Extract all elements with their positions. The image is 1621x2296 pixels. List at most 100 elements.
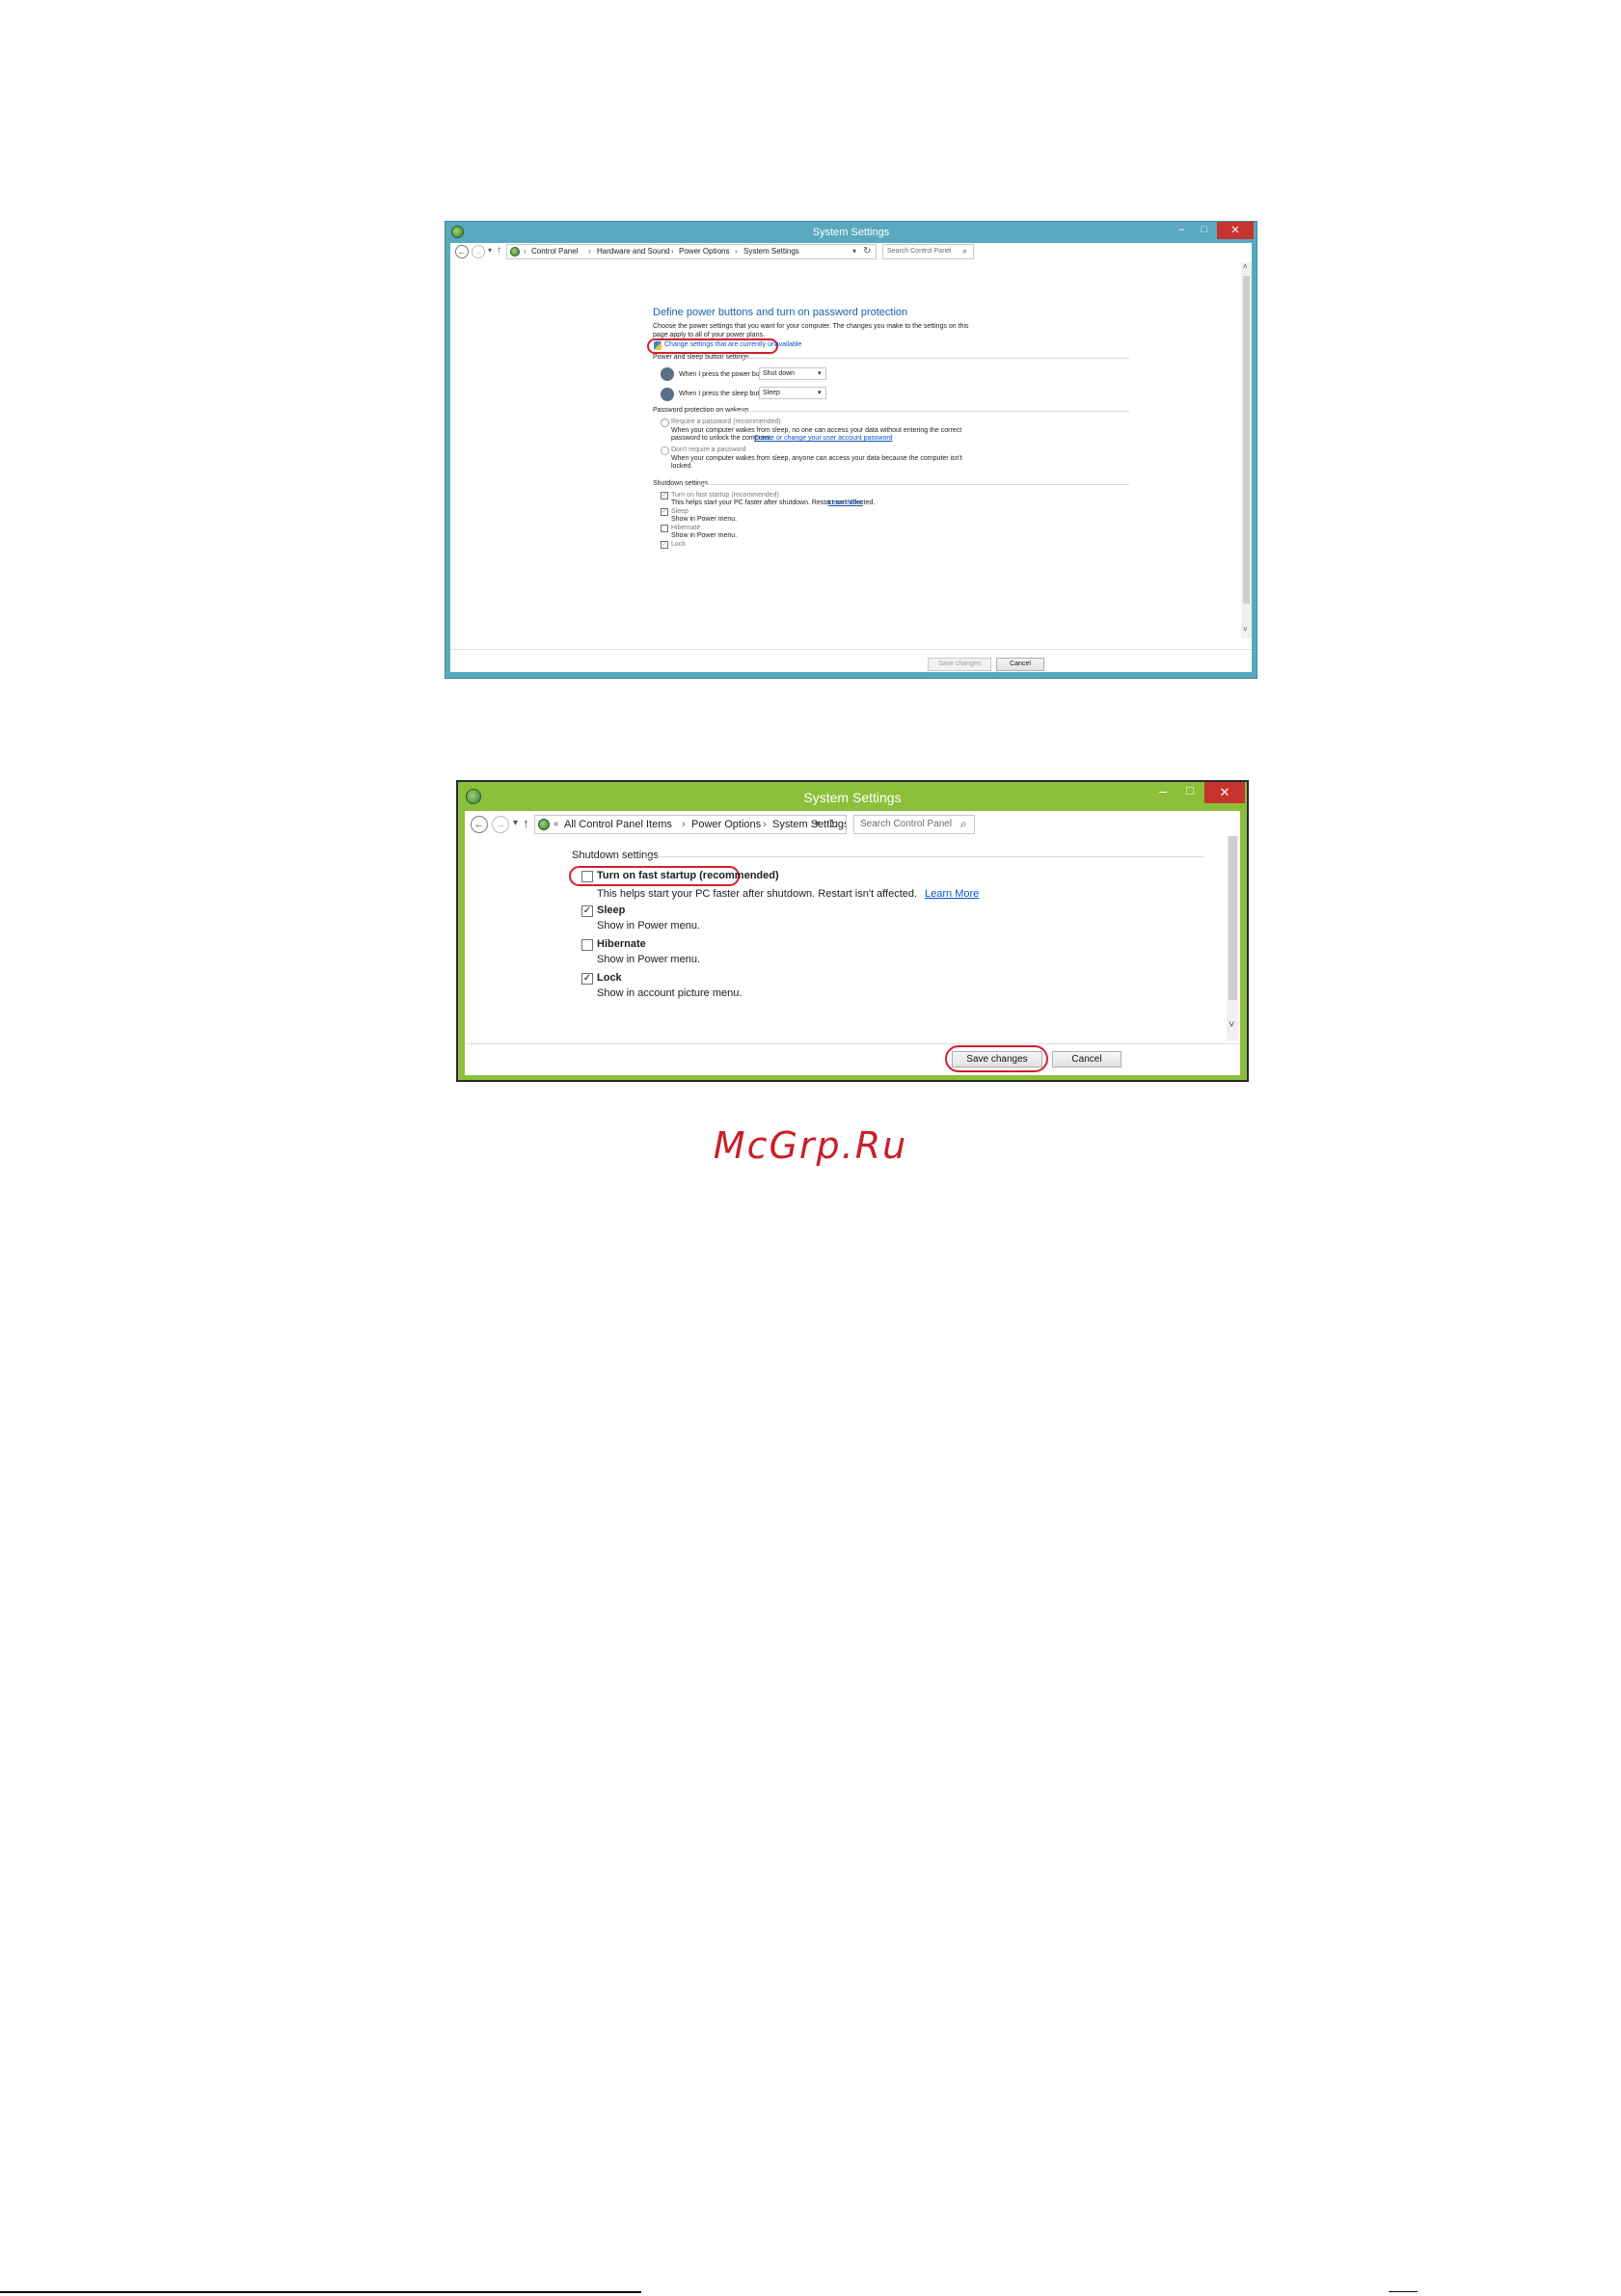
section-divider [742,358,1129,359]
minimize-button[interactable]: – [1150,782,1175,803]
scroll-down-icon[interactable]: ˅ [1229,1019,1234,1031]
window-title: System Settings [812,227,890,238]
hibernate-desc: Show in Power menu. [597,954,700,965]
fast-startup-checkbox[interactable]: ✓ [661,492,668,500]
forward-icon[interactable]: → [492,816,509,833]
breadcrumb-hardware-and-sound[interactable]: Hardware and Sound [597,247,670,256]
footer-divider [450,649,1252,650]
sleep-label[interactable]: Sleep [671,508,689,515]
back-icon[interactable]: ← [471,816,488,833]
no-password-radio[interactable] [661,446,669,455]
address-bar[interactable]: « All Control Panel Items › Power Option… [534,815,847,834]
learn-more-link[interactable]: Learn More [925,888,979,900]
search-field[interactable]: Search Control Panel ⌕ [853,815,975,834]
fast-startup-checkbox[interactable] [581,871,593,882]
sleep-button-select-value: Sleep [763,390,780,396]
recent-pages-icon[interactable]: ▾ [513,818,518,828]
sleep-button-label: When I press the sleep button: [679,391,770,397]
maximize-button[interactable]: □ [1177,782,1202,803]
lock-desc: Show in account picture menu. [597,987,743,999]
breadcrumb-system-settings[interactable]: System Settings [743,247,799,256]
search-icon[interactable]: ⌕ [960,817,967,831]
breadcrumb-all-control-panel-items[interactable]: All Control Panel Items [564,819,672,830]
window-client-area: ← → ▾ ↑ « All Control Panel Items › Powe… [465,811,1240,1075]
hibernate-checkbox[interactable] [581,939,593,951]
breadcrumb-power-options[interactable]: Power Options [679,247,729,256]
lock-checkbox[interactable]: ✓ [661,541,668,549]
address-dropdown-icon[interactable]: ▾ [815,819,820,829]
maximize-button[interactable]: □ [1194,222,1215,239]
no-password-desc-2: locked. [671,463,693,470]
recent-pages-icon[interactable]: ▾ [488,246,492,255]
power-button-icon [661,367,674,381]
sleep-desc: Show in Power menu. [597,920,700,932]
save-changes-button[interactable]: Save changes [952,1051,1042,1067]
search-placeholder: Search Control Panel [860,819,953,829]
require-password-label[interactable]: Require a password (recommended) [671,419,781,425]
lock-label[interactable]: Lock [597,972,622,984]
sleep-desc: Show in Power menu. [671,516,738,523]
uac-shield-icon [654,341,662,350]
section-divider [701,484,1129,485]
refresh-icon[interactable]: ↻ [828,817,839,832]
sleep-checkbox[interactable]: ✓ [661,508,668,516]
vertical-scrollbar[interactable]: ˅ [1227,836,1238,1040]
control-panel-icon [510,247,520,257]
hibernate-checkbox[interactable] [661,525,668,532]
title-bar[interactable]: System Settings – □ ✕ [446,222,1256,243]
lock-checkbox[interactable]: ✓ [581,973,593,985]
breadcrumb-separator: › [524,247,527,256]
cancel-button[interactable]: Cancel [1052,1051,1121,1067]
scrollbar-thumb[interactable] [1243,276,1250,604]
sleep-checkbox[interactable]: ✓ [581,905,593,917]
footer-rule [0,2291,641,2293]
fast-startup-label[interactable]: Turn on fast startup (recommended) [671,492,779,499]
hibernate-label[interactable]: Hibernate [597,938,646,950]
fast-startup-label[interactable]: Turn on fast startup (recommended) [597,870,779,881]
require-password-desc-1: When your computer wakes from sleep, no … [671,427,962,434]
require-password-radio[interactable] [661,419,669,427]
address-bar[interactable]: › Control Panel › Hardware and Sound › P… [506,244,877,259]
breadcrumb-power-options[interactable]: Power Options [691,819,761,830]
minimize-button[interactable]: – [1171,222,1192,239]
back-icon[interactable]: ← [455,245,469,258]
search-icon[interactable]: ⌕ [962,246,967,257]
sleep-label[interactable]: Sleep [597,905,625,916]
change-settings-link[interactable]: Change settings that are currently unava… [664,341,801,348]
refresh-icon[interactable]: ↻ [863,246,871,257]
breadcrumb-separator: › [763,819,767,830]
fast-startup-desc: This helps start your PC faster after sh… [597,888,918,900]
address-dropdown-icon[interactable]: ▾ [852,247,856,256]
breadcrumb-separator: › [671,247,674,256]
section-divider [731,411,1129,412]
forward-icon[interactable]: → [472,245,485,258]
cancel-button[interactable]: Cancel [996,658,1044,671]
breadcrumb-overflow-icon[interactable]: « [554,819,559,829]
title-bar[interactable]: System Settings – □ ✕ [458,782,1247,811]
hibernate-label[interactable]: Hibernate [671,525,700,531]
learn-more-link[interactable]: Learn More [828,500,863,506]
breadcrumb-separator: › [735,247,738,256]
chevron-down-icon: ▾ [818,390,822,396]
lock-label[interactable]: Lock [671,541,686,548]
account-password-link[interactable]: Create or change your user account passw… [754,435,893,442]
footer-divider [465,1043,1240,1044]
scroll-up-icon[interactable]: ˄ [1243,262,1248,271]
hibernate-desc: Show in Power menu. [671,532,738,539]
scrollbar-thumb[interactable] [1229,836,1237,1000]
no-password-label[interactable]: Don't require a password [671,446,746,453]
close-button[interactable]: ✕ [1204,782,1245,803]
save-changes-button[interactable]: Save changes [928,658,991,671]
search-field[interactable]: Search Control Panel ⌕ [882,244,974,259]
breadcrumb-control-panel[interactable]: Control Panel [531,247,578,256]
shutdown-section-title: Shutdown settings [653,480,709,487]
footer-rule-fragment [1389,2291,1418,2292]
up-icon[interactable]: ↑ [523,816,529,830]
scroll-down-icon[interactable]: ˅ [1243,625,1248,634]
close-button[interactable]: ✕ [1217,222,1254,239]
vertical-scrollbar[interactable]: ˄ ˅ [1241,262,1252,638]
up-icon[interactable]: ↑ [497,245,501,256]
power-button-select[interactable]: Shut down ▾ [759,367,826,380]
window-title: System Settings [803,790,902,805]
sleep-button-select[interactable]: Sleep ▾ [759,387,826,399]
